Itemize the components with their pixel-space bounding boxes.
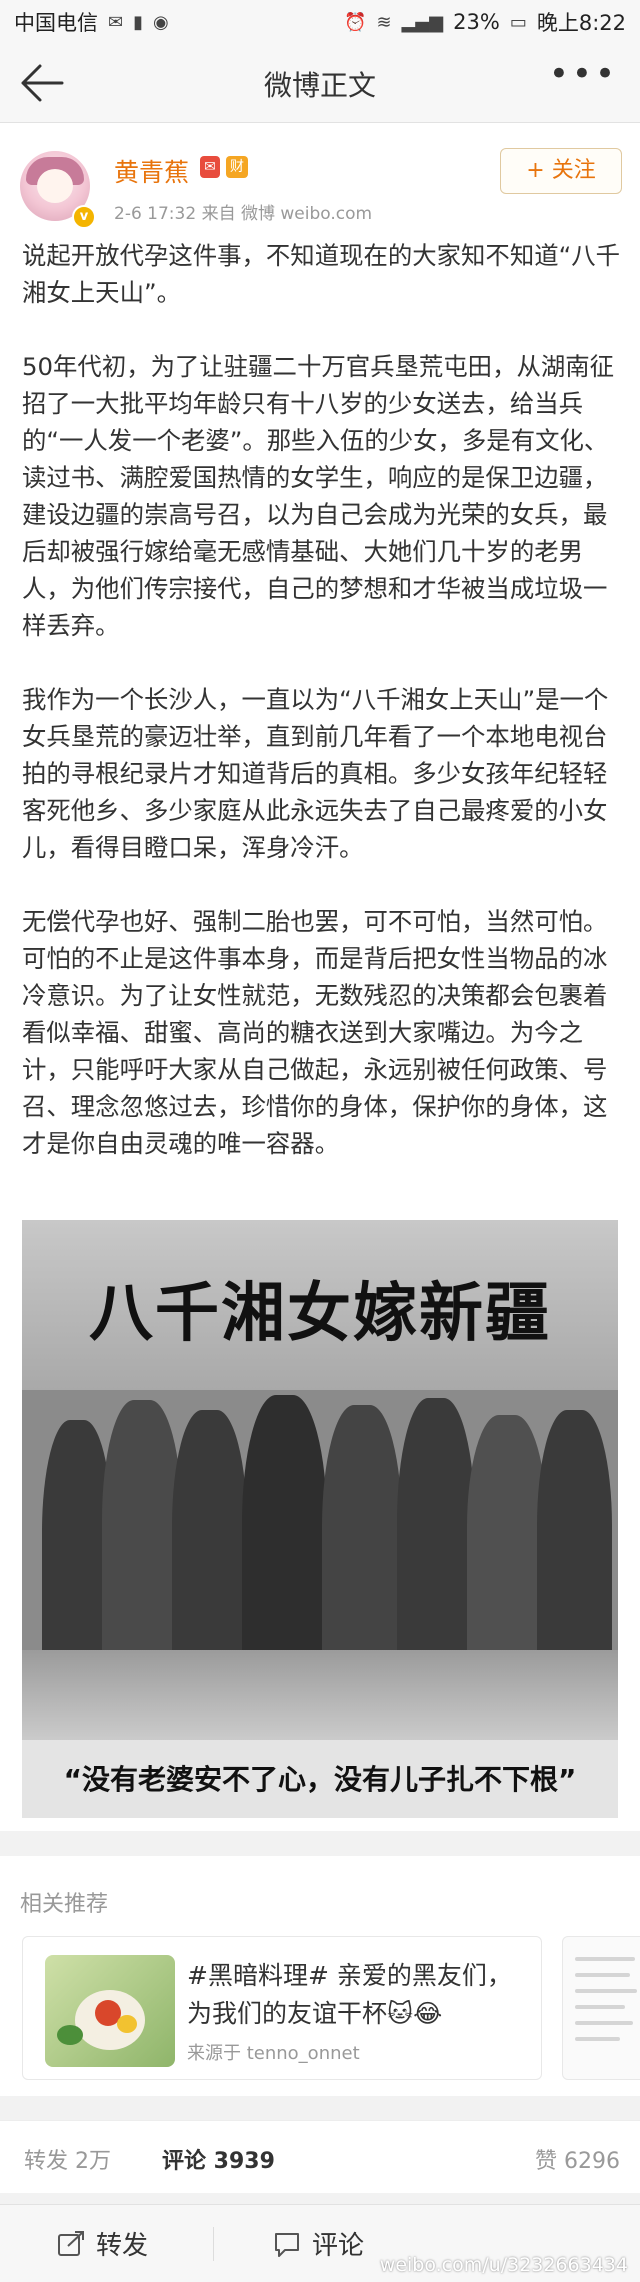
stats-row: 转发 2万 评论 3939 赞 6296 <box>0 2120 640 2193</box>
related-card-text: #黑暗料理# 亲爱的黑友们，为我们的友谊干杯🐱😂 <box>187 1961 512 2028</box>
image-caption: “没有老婆安不了心，没有儿子扎不下根” <box>63 1763 577 1796</box>
paragraph: 50年代初，为了让驻疆二十万官兵垦荒屯田，从湖南征招了一大批平均年龄只有十八岁的… <box>22 352 615 640</box>
red-envelope-badge-icon: ✉ <box>200 156 220 178</box>
more-icon: ••• <box>548 54 618 94</box>
wifi-icon: ≋ <box>376 11 392 33</box>
related-card-partial[interactable] <box>562 1936 640 2080</box>
comment-label: 评论 <box>312 2231 365 2261</box>
app-notification-icon: ◉ <box>153 11 169 33</box>
status-bar: 中国电信 ✉ ▮ ◉ ⏰ ≋ ▂▄▆ 23% ▭ 晚上8:22 <box>0 0 640 44</box>
post-image[interactable]: 八千湘女嫁新疆 “没有老婆安不了心，没有儿子扎不下根” <box>22 1220 618 1818</box>
verified-badge-icon: v <box>72 205 96 229</box>
repost-label: 转发 <box>96 2231 149 2261</box>
battery-icon: ▭ <box>509 11 527 33</box>
weibo-post: v 黄青蕉 ✉ 财 2-6 17:32 来自 微博 weibo.com + 关注… <box>0 123 640 1831</box>
related-card-source: 来源于 tenno_onnet <box>187 2043 360 2064</box>
battery-percent: 23% <box>453 10 500 34</box>
page-title: 微博正文 <box>263 69 376 102</box>
repost-button[interactable]: 转发 <box>56 2225 148 2262</box>
like-count-tab[interactable]: 赞 6296 <box>535 2143 620 2175</box>
post-body: 说起开放代孕这件事，不知道现在的大家知不知道“八千湘女上天山”。 50年代初，为… <box>22 237 622 1162</box>
watermark: weibo.com/u/3232663434 <box>379 2254 628 2276</box>
comment-icon <box>275 2232 299 2257</box>
notification-icon: ✉ <box>108 11 124 33</box>
related-thumbnail <box>45 1955 175 2067</box>
post-meta: 2-6 17:32 来自 微博 weibo.com <box>114 204 373 224</box>
clock: 晚上8:22 <box>536 11 626 35</box>
paragraph: 我作为一个长沙人，一直以为“八千湘女上天山”是一个女兵垦荒的豪迈壮举，直到前几年… <box>22 685 609 862</box>
comment-button[interactable]: 评论 <box>272 2225 364 2262</box>
repost-count-tab[interactable]: 转发 2万 <box>24 2143 111 2175</box>
alarm-icon: ⏰ <box>344 11 367 33</box>
battery-saver-icon: ▮ <box>133 11 143 33</box>
image-headline: 八千湘女嫁新疆 <box>89 1277 551 1351</box>
repost-icon <box>58 2230 84 2256</box>
more-options-button[interactable]: ••• <box>549 54 618 94</box>
carrier-label: 中国电信 <box>14 11 98 35</box>
related-title: 相关推荐 <box>20 1892 109 1917</box>
related-section: 相关推荐 #黑暗料理# 亲爱的黑友们，为我们的友谊干杯🐱😂 来源于 tenno_… <box>0 1856 640 2096</box>
bottom-action-bar: 转发 评论 weibo.com/u/3232663434 <box>0 2204 640 2282</box>
signal-icon: ▂▄▆ <box>401 11 444 33</box>
author-name[interactable]: 黄青蕉 <box>114 153 189 189</box>
nav-bar: 微博正文 ••• <box>0 44 640 123</box>
paragraph: 无偿代孕也好、强制二胎也罢，可不可怕，当然可怕。可怕的不止是这件事本身，而是背后… <box>22 907 608 1158</box>
wealth-badge: 财 <box>226 156 248 178</box>
follow-button[interactable]: + 关注 <box>500 148 622 194</box>
comment-count-tab[interactable]: 评论 3939 <box>162 2143 275 2175</box>
paragraph: 说起开放代孕这件事，不知道现在的大家知不知道“八千湘女上天山”。 <box>22 241 621 307</box>
related-card[interactable]: #黑暗料理# 亲爱的黑友们，为我们的友谊干杯🐱😂 来源于 tenno_onnet <box>22 1936 542 2080</box>
